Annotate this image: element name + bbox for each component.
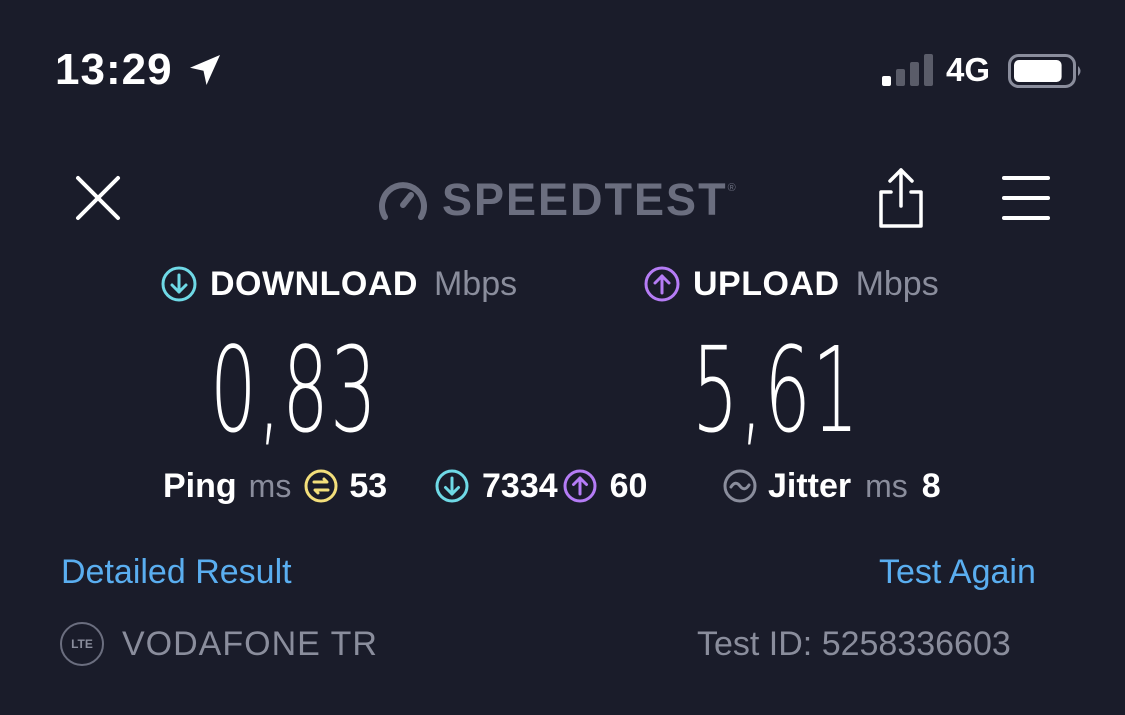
upload-unit: Mbps [855,264,939,303]
jitter-label: Jitter [768,466,852,505]
logo-text: SPEEDTEST [442,174,728,225]
idle-ping-value: 53 [349,466,388,505]
jitter-unit: ms [865,467,908,504]
menu-button[interactable] [998,172,1054,224]
upload-latency-icon [563,469,597,503]
close-button[interactable] [68,168,128,228]
menu-icon [1002,176,1050,220]
detailed-result-link[interactable]: Detailed Result [61,552,292,592]
upload-latency-value: 60 [609,466,648,505]
network-type: 4G [946,51,991,88]
jitter-icon [723,469,757,503]
ping-label: Ping [163,466,237,505]
download-label: DOWNLOAD [210,264,418,303]
download-unit: Mbps [433,264,518,303]
download-header: DOWNLOAD Mbps [160,262,517,306]
signal-strength-icon [882,54,933,86]
trademark-mark: ® [727,182,736,194]
battery-icon [1008,54,1081,88]
provider-name: VODAFONE TR [122,624,378,663]
jitter-group: Jitter ms 8 [722,464,941,508]
ping-unit: ms [248,467,292,504]
speedtest-logo: SPEEDTEST ® [376,174,736,226]
download-arrow-icon [161,266,197,302]
location-arrow-icon [190,55,220,85]
test-id: Test ID: 5258336603 [697,625,1011,663]
share-icon [879,168,923,228]
upload-header: UPLOAD Mbps [643,262,939,306]
download-latency-value: 7334 [482,466,558,505]
jitter-value: 8 [921,466,941,505]
share-button[interactable] [874,166,928,230]
status-time: 13:29 [55,45,173,94]
upload-arrow-icon [644,266,680,302]
gauge-icon [379,182,427,220]
upload-value: 5,61 [692,321,860,459]
download-latency-icon [435,469,469,503]
loaded-latency-group: 7334 60 [434,464,647,508]
idle-ping-icon [304,469,338,503]
lte-badge-icon: LTE [60,622,104,666]
close-icon [76,176,120,220]
test-again-link[interactable]: Test Again [879,552,1036,592]
provider-info: LTE VODAFONE TR [60,620,378,668]
upload-label: UPLOAD [693,264,840,303]
download-value: 0,83 [210,321,378,459]
ping-group: Ping ms 53 [163,464,387,508]
